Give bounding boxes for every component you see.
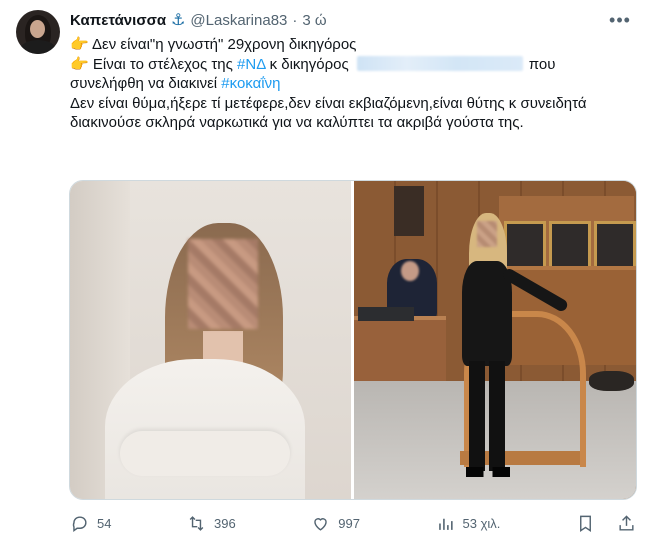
tweet-line-1-text: Δεν είναι"η γνωστή" 29χρονη δικηγόρος (92, 36, 357, 53)
photo-left-blurred-face (188, 239, 258, 329)
standing-woman-blurred-face (477, 221, 497, 247)
display-name[interactable]: Καπετάνισσα (70, 12, 166, 29)
share-button[interactable] (617, 514, 636, 533)
avatar-shoulders (20, 40, 56, 54)
pointing-hand-icon: 👉 (70, 55, 89, 73)
tweet-line-2-before: Είναι το στέλεχος της (92, 55, 238, 73)
judge-chair (594, 221, 636, 269)
redacted-name (356, 55, 523, 71)
user-handle[interactable]: @Laskarina83 (190, 12, 287, 29)
tweet-card[interactable]: Καπετάνισσα ⚓ @Laskarina83 · 3 ώ ••• 👉 Δ… (0, 0, 650, 547)
avatar-face (30, 20, 45, 38)
photo-left-arms (120, 431, 290, 476)
share-icon (619, 514, 634, 531)
laptop (358, 307, 414, 321)
meta-separator: · (292, 11, 298, 29)
floor-cables (589, 371, 634, 391)
views-button[interactable]: 53 χιλ. (436, 514, 501, 533)
tweet-line-2-end: που (528, 55, 556, 73)
hashtag-cocaine[interactable]: #κοκαΐνη (221, 75, 280, 92)
tweet-line-2-after: κ δικηγόρος (265, 55, 349, 73)
standing-woman-shoes (466, 467, 510, 477)
pointing-hand-icon: 👉 (70, 36, 89, 53)
heart-icon (314, 517, 328, 531)
tweet-line-3: συνελήφθη να διακινεί #κοκαΐνη (70, 74, 630, 94)
bookmark-button[interactable] (576, 514, 595, 533)
tweet-line-1: 👉 Δεν είναι"η γνωστή" 29χρονη δικηγόρος (70, 35, 630, 55)
tweet-media[interactable] (69, 180, 637, 500)
action-bar-end (576, 514, 636, 533)
like-button[interactable]: 997 (311, 514, 360, 533)
views-count: 53 χιλ. (462, 515, 501, 531)
repost-count: 396 (214, 515, 236, 531)
standing-woman-legs (469, 361, 505, 471)
avatar[interactable] (16, 10, 60, 54)
bookmark-icon (580, 515, 591, 532)
reply-icon (72, 515, 87, 532)
hashtag-nd[interactable]: #ΝΔ (237, 56, 265, 73)
views-chart-icon (438, 518, 453, 530)
tweet-time[interactable]: 3 ώ (302, 12, 326, 29)
like-count: 997 (338, 515, 360, 531)
photo-right[interactable] (354, 181, 636, 499)
photo-left-shirt (105, 359, 305, 499)
judge-chair (504, 221, 546, 269)
tweet-line-2: 👉 Είναι το στέλεχος της #ΝΔ κ δικηγόρος π… (70, 55, 630, 75)
tweet-line-3-text: συνελήφθη να διακινεί (70, 75, 222, 92)
more-options-icon[interactable]: ••• (608, 10, 632, 30)
action-bar: 54 396 997 53 χιλ. (70, 508, 636, 538)
tweet-text: 👉 Δεν είναι"η γνωστή" 29χρονη δικηγόρος … (70, 35, 630, 133)
reply-count: 54 (97, 515, 112, 531)
reply-button[interactable]: 54 (70, 514, 111, 533)
tweet-header: Καπετάνισσα ⚓ @Laskarina83 · 3 ώ (70, 9, 327, 31)
seated-person-blurred-face (401, 261, 419, 281)
tweet-line-4: Δεν είναι θύμα,ήξερε τί μετέφερε,δεν είν… (70, 94, 587, 132)
anchor-icon: ⚓ (171, 12, 186, 29)
photo-left[interactable] (70, 181, 351, 499)
courtroom-door (394, 186, 424, 236)
repost-icon (189, 515, 204, 531)
repost-button[interactable]: 396 (187, 514, 236, 533)
judge-chair (549, 221, 591, 269)
